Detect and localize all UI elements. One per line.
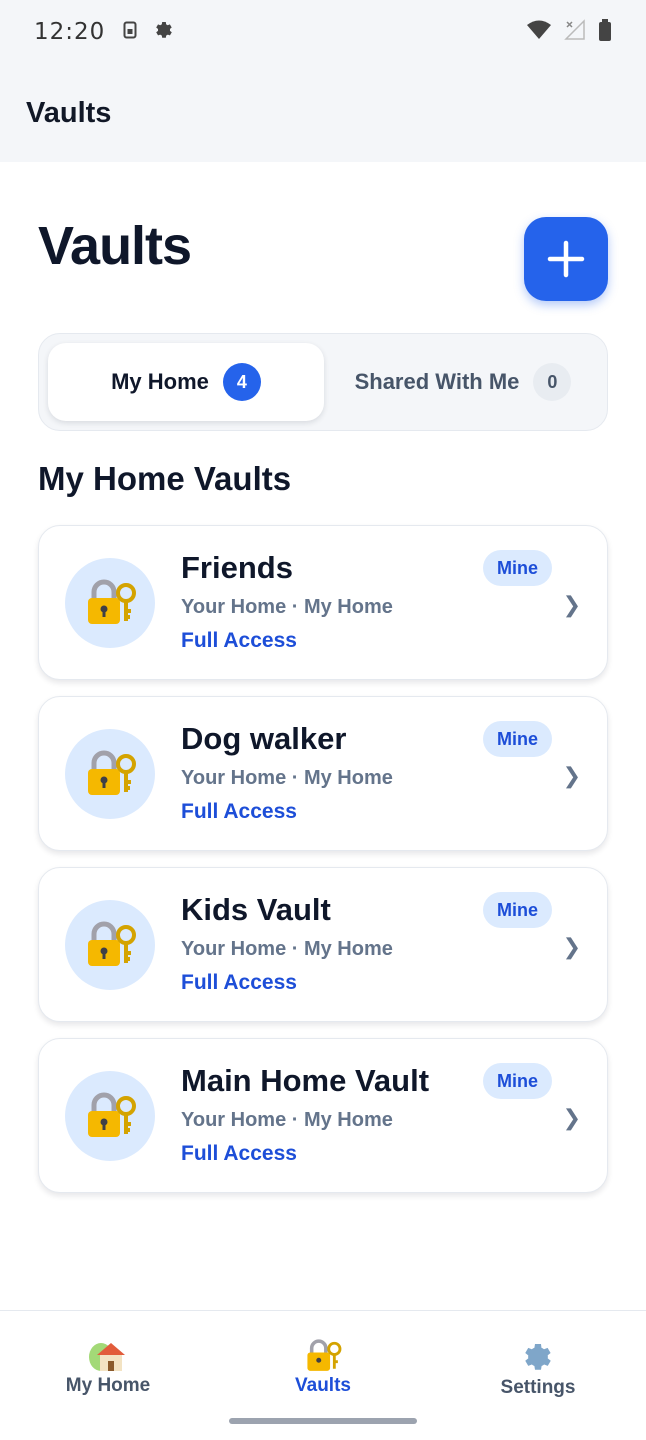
nav-item-my-home[interactable]: My Home (18, 1339, 198, 1397)
vault-card[interactable]: Kids Vault Your Home · My Home Full Acce… (38, 867, 608, 1022)
vault-access-level: Full Access (181, 1142, 297, 1165)
vault-card[interactable]: Main Home Vault Your Home · My Home Full… (38, 1038, 608, 1193)
add-vault-button[interactable] (524, 217, 608, 301)
signal-icon (564, 18, 586, 46)
home-gesture-bar[interactable] (229, 1418, 417, 1424)
lock-with-key-icon (88, 579, 136, 624)
chevron-right-icon: ❯ (562, 763, 581, 788)
vault-location: Your Home · My Home (181, 596, 393, 618)
lock-with-key-icon (307, 1339, 342, 1371)
vault-card[interactable]: Dog walker Your Home · My Home Full Acce… (38, 696, 608, 851)
vault-tab-switch: My Home 4 Shared With Me 0 (38, 333, 608, 431)
tab-count-badge: 4 (222, 363, 261, 401)
nav-item-settings[interactable]: Settings (448, 1339, 628, 1399)
vault-card[interactable]: Friends Your Home · My Home Full Access … (38, 525, 608, 680)
chevron-right-icon: ❯ (562, 934, 581, 959)
gear-icon (525, 1343, 551, 1370)
vault-avatar (65, 729, 155, 819)
vault-avatar (65, 558, 155, 648)
nav-item-vaults[interactable]: Vaults (233, 1339, 413, 1397)
battery-icon (598, 18, 612, 46)
nav-label: My Home (65, 1375, 151, 1396)
lock-with-key-icon (88, 921, 136, 966)
vault-location: Your Home · My Home (181, 1109, 393, 1131)
tab-count-badge: 0 (533, 363, 572, 401)
vault-list: Friends Your Home · My Home Full Access … (38, 525, 608, 1209)
app-bar-title: Vaults (26, 96, 112, 129)
vault-access-level: Full Access (181, 971, 297, 994)
vault-name: Friends (181, 550, 293, 585)
page-title: Vaults (38, 216, 192, 276)
chevron-right-icon: ❯ (562, 1105, 581, 1130)
vault-location: Your Home · My Home (181, 767, 393, 789)
tab-label: Shared With Me (354, 369, 520, 394)
tab-shared-with-me[interactable]: Shared With Me 0 (325, 343, 601, 421)
tab-label: My Home (111, 369, 209, 394)
app-bar: Vaults (0, 64, 646, 162)
gear-icon (153, 19, 175, 46)
status-bar: 12:20 (0, 0, 646, 64)
lock-with-key-icon (88, 1092, 136, 1137)
vault-name: Kids Vault (181, 892, 331, 927)
vault-access-level: Full Access (181, 800, 297, 823)
plus-icon (547, 240, 585, 278)
vault-access-level: Full Access (181, 629, 297, 652)
vault-location: Your Home · My Home (181, 938, 393, 960)
chevron-right-icon: ❯ (562, 592, 581, 617)
house-icon (89, 1343, 125, 1371)
ownership-badge: Mine (482, 721, 552, 757)
vault-name: Main Home Vault (181, 1063, 430, 1098)
vault-avatar (65, 1071, 155, 1161)
ownership-badge: Mine (482, 1063, 552, 1099)
sim-card-icon (123, 21, 137, 44)
vault-name: Dog walker (181, 721, 347, 756)
nav-label: Vaults (295, 1375, 351, 1396)
lock-with-key-icon (88, 750, 136, 795)
ownership-badge: Mine (482, 550, 552, 586)
tab-my-home[interactable]: My Home 4 (48, 343, 324, 421)
vault-avatar (65, 900, 155, 990)
nav-label: Settings (500, 1377, 576, 1398)
section-title: My Home Vaults (38, 460, 292, 497)
status-time: 12:20 (34, 19, 106, 45)
ownership-badge: Mine (482, 892, 552, 928)
wifi-icon (526, 20, 552, 45)
